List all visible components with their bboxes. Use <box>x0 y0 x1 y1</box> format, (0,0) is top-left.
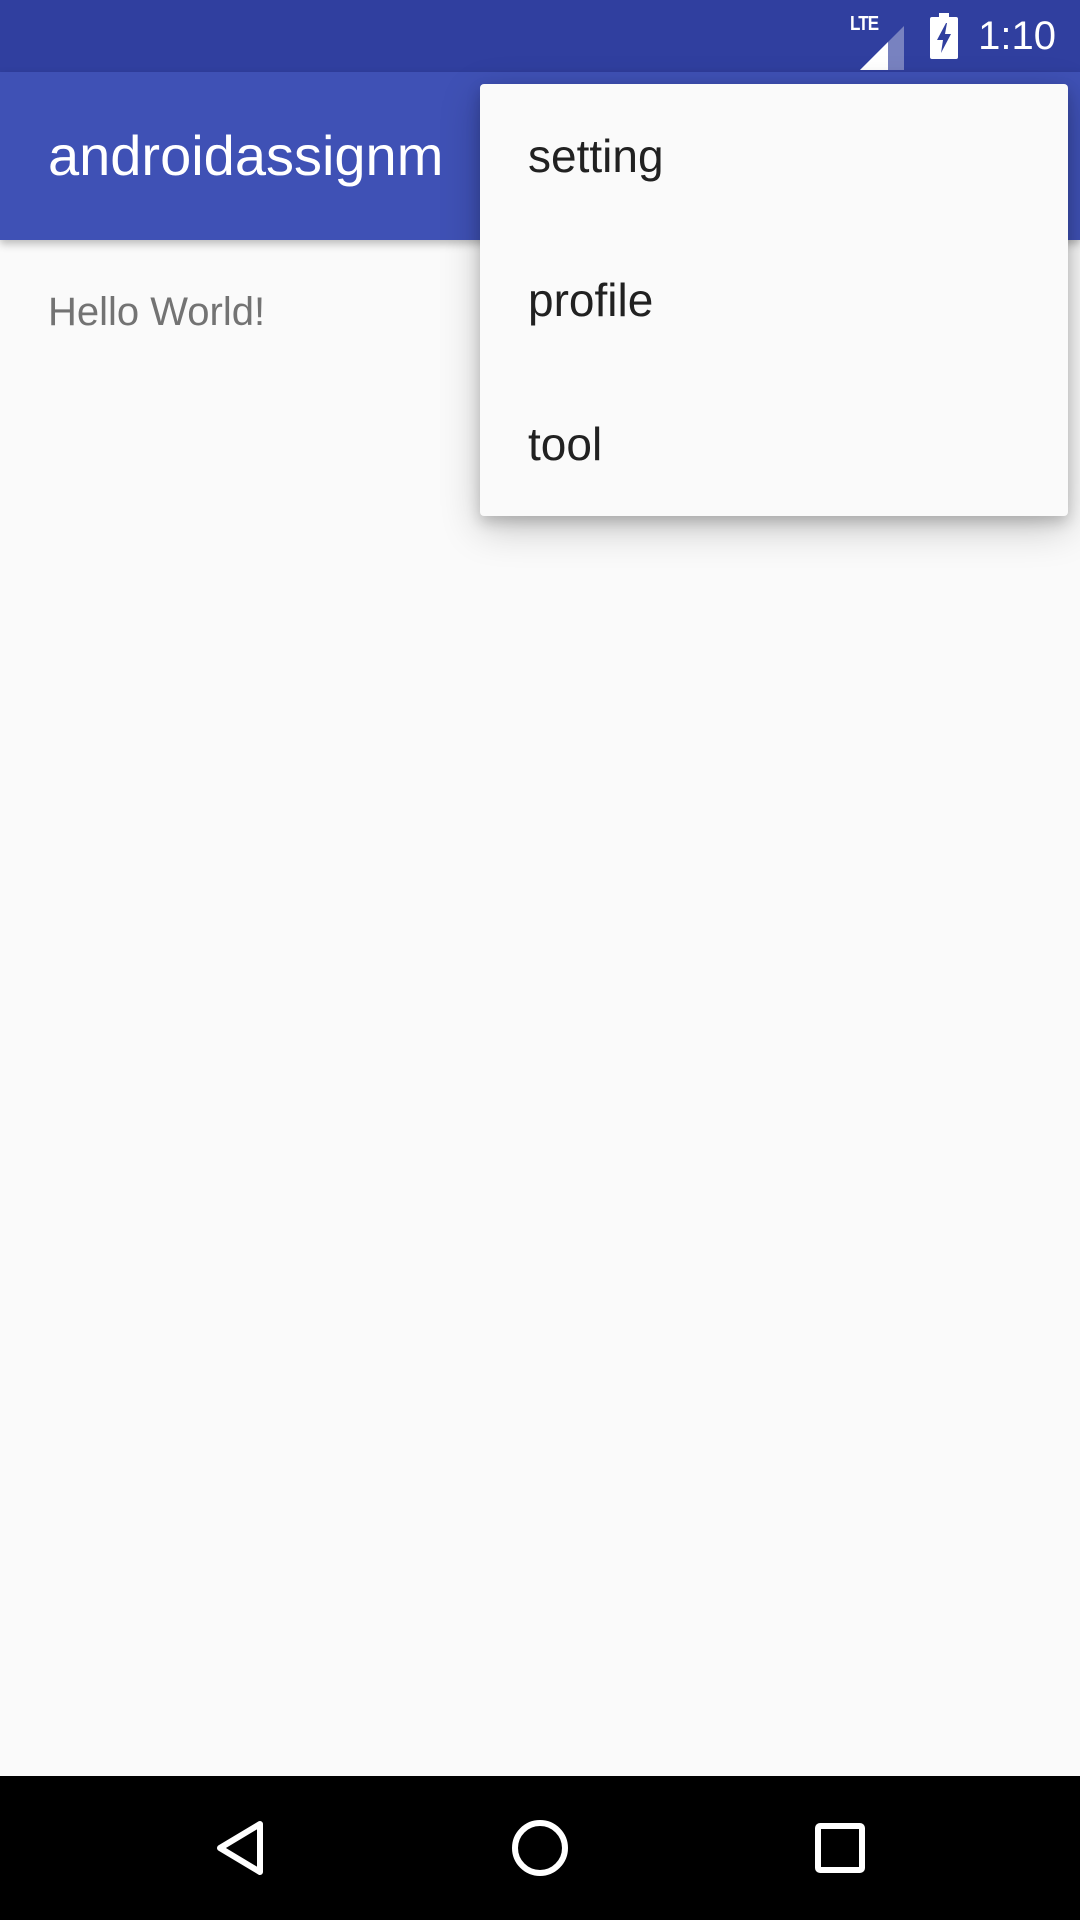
home-button[interactable] <box>460 1776 620 1920</box>
recents-square-icon <box>815 1823 865 1873</box>
status-icons: LTE 1:10 <box>850 0 1056 72</box>
battery-charging-icon <box>930 13 959 59</box>
status-bar: LTE 1:10 <box>0 0 1080 72</box>
back-triangle-icon <box>217 1821 263 1875</box>
overflow-menu: setting profile tool <box>480 84 1068 516</box>
menu-item-profile[interactable]: profile <box>480 228 1068 372</box>
recents-button[interactable] <box>760 1776 920 1920</box>
screen: LTE 1:10 androidassignm Hello World! set… <box>0 0 1080 1920</box>
menu-item-setting[interactable]: setting <box>480 84 1068 228</box>
home-circle-icon <box>512 1820 568 1876</box>
signal-icon <box>860 26 905 70</box>
back-button[interactable] <box>160 1776 320 1920</box>
network-indicator: LTE <box>850 14 906 70</box>
navigation-bar <box>0 1776 1080 1920</box>
menu-item-tool[interactable]: tool <box>480 372 1068 516</box>
hello-text: Hello World! <box>48 290 266 334</box>
status-time: 1:10 <box>978 14 1056 58</box>
app-title: androidassignm <box>48 124 444 187</box>
